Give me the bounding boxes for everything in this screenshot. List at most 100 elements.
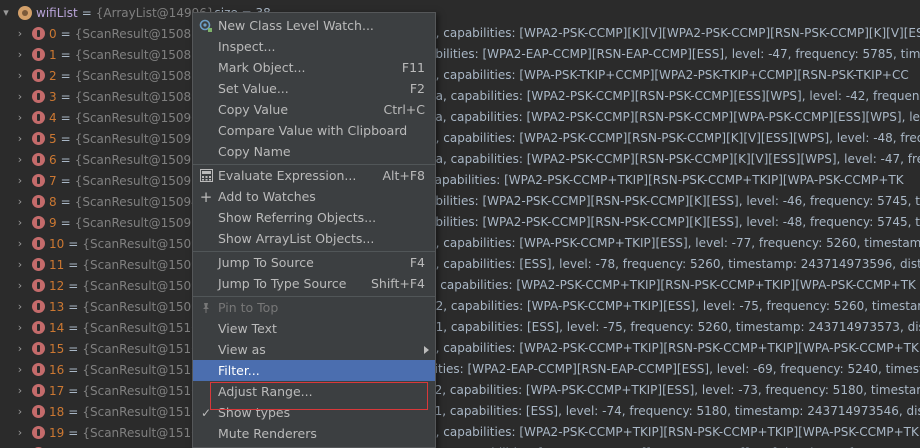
chevron-right-icon[interactable]: › bbox=[14, 422, 26, 443]
field-icon bbox=[32, 237, 45, 250]
row-index: 15 bbox=[49, 341, 65, 356]
field-icon bbox=[32, 363, 45, 376]
highlight-box bbox=[210, 382, 428, 410]
row-value-text: 7, capabilities: [WPA-PSK-TKIP+CCMP][WPA… bbox=[428, 68, 909, 82]
chevron-right-icon[interactable]: › bbox=[14, 23, 26, 44]
submenu-arrow-icon bbox=[424, 345, 429, 354]
menu-item-new-class-level-watch[interactable]: New Class Level Watch... bbox=[193, 15, 435, 36]
equals-sign: = bbox=[68, 278, 79, 293]
equals-sign: = bbox=[60, 26, 71, 41]
equals-sign: = bbox=[60, 194, 71, 209]
chevron-right-icon[interactable]: › bbox=[14, 338, 26, 359]
menu-item-view-text[interactable]: View Text bbox=[193, 318, 435, 339]
plus-icon: + bbox=[199, 187, 213, 206]
chevron-right-icon[interactable]: › bbox=[14, 275, 26, 296]
field-icon bbox=[32, 174, 45, 187]
field-icon bbox=[32, 69, 45, 82]
field-icon bbox=[32, 258, 45, 271]
chevron-right-icon[interactable]: › bbox=[14, 254, 26, 275]
menu-item-jump-to-type-source[interactable]: Jump To Type Source Shift+F4 bbox=[193, 273, 435, 294]
chevron-down-icon[interactable]: ▾ bbox=[0, 2, 12, 23]
row-index: 4 bbox=[49, 110, 57, 125]
menu-item-compare-value[interactable]: Compare Value with Clipboard bbox=[193, 120, 435, 141]
chevron-right-icon[interactable]: › bbox=[14, 443, 26, 448]
equals-sign: = bbox=[60, 47, 71, 62]
menu-item-add-to-watches[interactable]: + Add to Watches bbox=[193, 186, 435, 207]
field-icon bbox=[32, 321, 45, 334]
equals-sign: = bbox=[60, 110, 71, 125]
field-icon bbox=[32, 132, 45, 145]
menu-item-copy-value[interactable]: Copy Value Ctrl+C bbox=[193, 99, 435, 120]
row-value-text: 22, capabilities: [WPA-PSK-CCMP+TKIP][ES… bbox=[428, 299, 920, 313]
menu-item-jump-to-source[interactable]: Jump To Source F4 bbox=[193, 252, 435, 273]
row-index: 18 bbox=[49, 404, 65, 419]
row-index: 17 bbox=[49, 383, 65, 398]
chevron-right-icon[interactable]: › bbox=[14, 212, 26, 233]
equals-sign: = bbox=[68, 341, 79, 356]
chevron-right-icon[interactable]: › bbox=[14, 233, 26, 254]
field-icon bbox=[32, 111, 45, 124]
row-value-text: 2, capabilities: [WPA-PSK-CCMP+TKIP][ESS… bbox=[428, 236, 920, 250]
equals-sign: = bbox=[60, 173, 71, 188]
row-index: 3 bbox=[49, 89, 57, 104]
menu-item-view-as[interactable]: View as bbox=[193, 339, 435, 360]
menu-item-mark-object[interactable]: Mark Object... F11 bbox=[193, 57, 435, 78]
field-icon bbox=[32, 279, 45, 292]
menu-item-set-value[interactable]: Set Value... F2 bbox=[193, 78, 435, 99]
row-value-text: 8, capabilities: [WPA2-PSK-CCMP][K][V][W… bbox=[428, 26, 920, 40]
row-index: 6 bbox=[49, 152, 57, 167]
chevron-right-icon[interactable]: › bbox=[14, 191, 26, 212]
tree-root-row[interactable]: ▾ wifiList = {ArrayList@14996} size = 38 bbox=[0, 2, 920, 23]
row-index: 10 bbox=[49, 236, 65, 251]
row-ref: {ScanResult@15090} bbox=[74, 110, 207, 125]
equals-sign: = bbox=[68, 404, 79, 419]
row-index: 12 bbox=[49, 278, 65, 293]
row-index: 13 bbox=[49, 299, 65, 314]
row-ref: {ScanResult@15088} bbox=[74, 68, 207, 83]
chevron-right-icon[interactable]: › bbox=[14, 107, 26, 128]
chevron-right-icon[interactable]: › bbox=[14, 65, 26, 86]
chevron-right-icon[interactable]: › bbox=[14, 170, 26, 191]
row-index: 9 bbox=[49, 215, 57, 230]
row-index: 7 bbox=[49, 173, 57, 188]
equals-sign: = bbox=[68, 362, 79, 377]
menu-item-mute-renderers[interactable]: Mute Renderers bbox=[193, 423, 435, 444]
equals-sign: = bbox=[68, 320, 79, 335]
watch-icon bbox=[199, 19, 213, 33]
field-icon bbox=[32, 300, 45, 313]
row-value-text: e:99, capabilities: [WPA2-PSK-CCMP][RSN-… bbox=[428, 443, 920, 448]
row-value-text: 0, capabilities: [WPA2-PSK-CCMP+TKIP][RS… bbox=[428, 341, 919, 355]
menu-item-filter[interactable]: Filter... bbox=[193, 360, 435, 381]
row-index: 11 bbox=[49, 257, 65, 272]
menu-item-show-referring[interactable]: Show Referring Objects... bbox=[193, 207, 435, 228]
chevron-right-icon[interactable]: › bbox=[14, 380, 26, 401]
chevron-right-icon[interactable]: › bbox=[14, 401, 26, 422]
chevron-right-icon[interactable]: › bbox=[14, 149, 26, 170]
chevron-right-icon[interactable]: › bbox=[14, 296, 26, 317]
row-value-text: 0a, capabilities: [WPA2-PSK-CCMP][RSN-PS… bbox=[428, 89, 920, 103]
chevron-right-icon[interactable]: › bbox=[14, 86, 26, 107]
row-value-text: abilities: [WPA2-PSK-CCMP][RSN-PSK-CCMP]… bbox=[428, 215, 920, 229]
chevron-right-icon[interactable]: › bbox=[14, 317, 26, 338]
row-value-text: c1, capabilities: [ESS], level: -74, fre… bbox=[428, 404, 920, 418]
row-value-text: ), capabilities: [WPA2-PSK-CCMP+TKIP][RS… bbox=[428, 278, 916, 292]
equals-sign: = bbox=[68, 257, 79, 272]
row-value-text: ea, capabilities: [WPA2-PSK-CCMP][RSN-PS… bbox=[428, 110, 920, 124]
menu-item-show-arraylist[interactable]: Show ArrayList Objects... bbox=[193, 228, 435, 249]
menu-item-inspect[interactable]: Inspect... bbox=[193, 36, 435, 57]
menu-item-evaluate-expression[interactable]: Evaluate Expression... Alt+F8 bbox=[193, 165, 435, 186]
row-value-text: 2, capabilities: [WPA2-PSK-CCMP][RSN-PSK… bbox=[428, 131, 920, 145]
row-index: 16 bbox=[49, 362, 65, 377]
chevron-right-icon[interactable]: › bbox=[14, 359, 26, 380]
equals-sign: = bbox=[60, 152, 71, 167]
row-index: 5 bbox=[49, 131, 57, 146]
field-icon bbox=[32, 426, 45, 439]
field-icon bbox=[32, 384, 45, 397]
menu-item-copy-name[interactable]: Copy Name bbox=[193, 141, 435, 162]
row-value-text: 0, capabilities: [WPA2-PSK-CCMP+TKIP][RS… bbox=[428, 425, 919, 439]
row-value-text: 5a, capabilities: [WPA2-PSK-CCMP][RSN-PS… bbox=[428, 152, 920, 166]
variable-name: wifiList bbox=[36, 5, 78, 20]
chevron-right-icon[interactable]: › bbox=[14, 44, 26, 65]
chevron-right-icon[interactable]: › bbox=[14, 128, 26, 149]
row-ref: {ScanResult@15087} bbox=[74, 47, 207, 62]
